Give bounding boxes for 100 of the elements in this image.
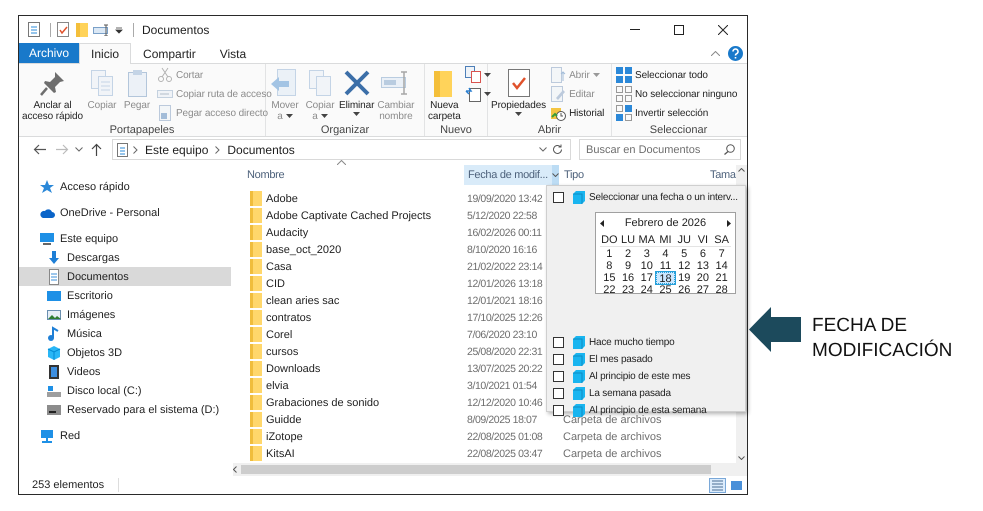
column-header[interactable]: Tipo <box>559 165 707 185</box>
calendar-day[interactable]: 22 <box>600 284 619 296</box>
ribbon-tab[interactable]: Inicio <box>79 43 132 64</box>
checkbox[interactable] <box>553 192 564 203</box>
scroll-left-icon[interactable] <box>233 466 237 473</box>
file-name[interactable]: KitsAI <box>266 448 295 460</box>
invert-selection-button[interactable]: Invertir selección <box>614 104 740 122</box>
delete-button[interactable]: Eliminar <box>338 66 376 122</box>
back-icon[interactable] <box>32 144 46 155</box>
help-icon[interactable] <box>728 46 743 60</box>
nav-item[interactable]: Objetos 3D <box>19 343 231 362</box>
file-name[interactable]: iZotope <box>266 430 303 442</box>
file-name[interactable]: Corel <box>266 328 292 340</box>
calendar-day[interactable]: 24 <box>637 284 656 296</box>
calendar-day[interactable]: 10 <box>637 260 656 272</box>
checkbox[interactable] <box>553 337 564 348</box>
select-all-button[interactable]: Seleccionar todo <box>614 66 740 84</box>
nav-item[interactable]: Este equipo <box>19 229 231 248</box>
file-menu-button[interactable]: Archivo <box>19 43 80 63</box>
file-name[interactable]: contratos <box>266 312 312 324</box>
nav-item[interactable]: Escritorio <box>19 286 231 305</box>
calendar-day[interactable]: 27 <box>694 284 712 296</box>
properties-button[interactable]: Propiedades <box>490 66 548 122</box>
calendar-day[interactable]: 20 <box>694 272 712 284</box>
filter-option[interactable]: Al principio de este mes <box>547 368 745 385</box>
calendar-day[interactable]: 28 <box>712 284 731 296</box>
file-name[interactable]: Downloads <box>266 362 320 374</box>
file-name[interactable]: elvia <box>266 380 289 392</box>
new-folder-button[interactable]: Nueva carpeta <box>427 66 462 122</box>
calendar-day[interactable]: 15 <box>600 272 619 284</box>
calendar-day[interactable]: 14 <box>712 260 731 272</box>
details-view-button[interactable] <box>709 478 726 492</box>
nav-item[interactable]: Reservado para el sistema (D:) <box>19 400 231 419</box>
new-item-button[interactable] <box>462 66 493 84</box>
file-name[interactable]: Guidde <box>266 414 302 426</box>
column-header[interactable]: Tama <box>707 165 736 185</box>
up-icon[interactable] <box>90 143 102 156</box>
checkbox[interactable] <box>553 405 564 416</box>
calendar-day[interactable]: 4 <box>656 248 675 260</box>
calendar-day[interactable]: 19 <box>674 272 694 284</box>
chevron-down-icon[interactable] <box>552 173 559 177</box>
calendar-day[interactable]: 11 <box>656 260 675 272</box>
nav-item[interactable]: Documentos <box>19 267 231 286</box>
nav-item[interactable]: Disco local (C:) <box>19 381 231 400</box>
file-name[interactable]: Casa <box>266 260 292 272</box>
file-name[interactable]: cursos <box>266 346 298 358</box>
file-name[interactable]: clean aries sac <box>266 294 340 306</box>
calendar-day[interactable]: 1 <box>600 248 619 260</box>
filter-option[interactable]: Seleccionar una fecha o un interv... <box>547 189 745 206</box>
file-name[interactable]: Grabaciones de sonido <box>266 396 380 408</box>
calendar-day[interactable]: 5 <box>674 248 694 260</box>
file-name[interactable]: Adobe Captivate Cached Projects <box>266 210 432 222</box>
filter-option[interactable]: El mes pasado <box>547 351 745 368</box>
select-none-button[interactable]: No seleccionar ninguno <box>614 85 740 103</box>
nav-item[interactable]: OneDrive - Personal <box>19 203 231 222</box>
address-bar[interactable]: Este equipo Documentos <box>112 139 571 160</box>
filter-option[interactable]: Hace mucho tiempo <box>547 334 745 351</box>
chevron-down-icon[interactable] <box>539 147 547 152</box>
previous-month-icon[interactable] <box>600 220 604 226</box>
collapse-ribbon-icon[interactable] <box>711 50 720 56</box>
refresh-icon[interactable] <box>552 144 563 155</box>
nav-item[interactable]: Videos <box>19 362 231 381</box>
calendar-day[interactable]: 21 <box>712 272 731 284</box>
checkbox[interactable] <box>553 354 564 365</box>
file-name[interactable]: Audacity <box>266 226 308 238</box>
scroll-up-icon[interactable] <box>738 168 745 172</box>
column-header[interactable]: Fecha de modif... <box>464 165 559 185</box>
search-field[interactable]: Buscar en Documentos <box>579 139 741 160</box>
caret-icon[interactable] <box>115 26 123 34</box>
file-name[interactable]: Adobe <box>266 192 298 204</box>
nav-item[interactable]: Acceso rápido <box>19 177 231 196</box>
breadcrumb[interactable]: Este equipo <box>143 142 210 156</box>
calendar-day[interactable]: 23 <box>618 284 638 296</box>
ribbon-tab[interactable]: Vista <box>208 43 258 64</box>
scroll-down-icon[interactable] <box>738 456 745 460</box>
document-icon[interactable] <box>28 22 40 37</box>
nav-item[interactable]: Red <box>19 426 231 445</box>
calendar-day[interactable]: 2 <box>618 248 638 260</box>
calendar-day[interactable]: 25 <box>656 284 675 296</box>
checkbox[interactable] <box>553 388 564 399</box>
column-header[interactable]: Nombre <box>233 165 464 185</box>
calendar-day[interactable]: 3 <box>637 248 656 260</box>
next-month-icon[interactable] <box>727 220 731 226</box>
breadcrumb[interactable]: Documentos <box>225 142 297 156</box>
calendar-day[interactable]: 18 <box>656 272 675 284</box>
horizontal-scrollbar[interactable] <box>233 463 747 476</box>
calendar-day[interactable]: 6 <box>694 248 712 260</box>
calendar-day[interactable]: 7 <box>712 248 731 260</box>
nav-item[interactable]: Descargas <box>19 248 231 267</box>
calendar-day[interactable]: 16 <box>618 272 638 284</box>
calendar-day[interactable]: 9 <box>618 260 638 272</box>
file-name[interactable]: CID <box>266 278 285 290</box>
rename-icon[interactable] <box>93 24 111 36</box>
history-button[interactable]: Historial <box>548 104 606 122</box>
ribbon-tab[interactable]: Compartir <box>131 43 208 64</box>
chevron-down-icon[interactable] <box>75 147 83 152</box>
filter-option[interactable]: La semana pasada <box>547 385 745 402</box>
calendar-day[interactable]: 17 <box>637 272 656 284</box>
calendar-day[interactable]: 12 <box>674 260 694 272</box>
properties-icon[interactable] <box>57 22 71 37</box>
